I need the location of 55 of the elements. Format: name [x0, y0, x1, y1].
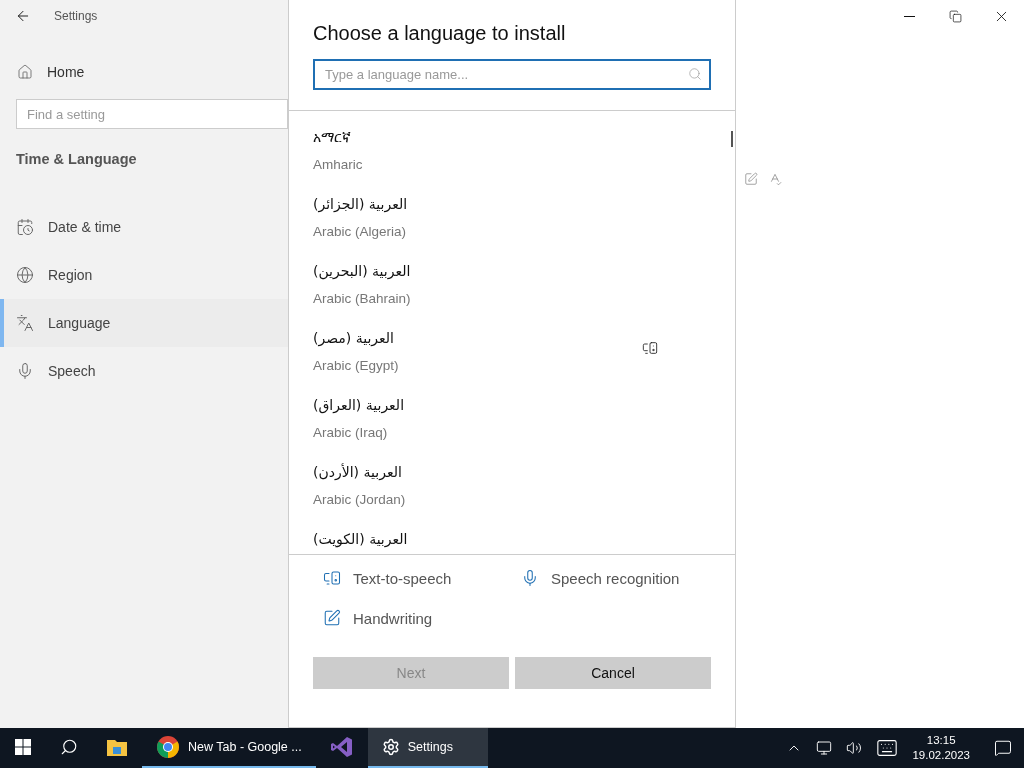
feature-label: Speech recognition [551, 569, 680, 587]
sidebar-item[interactable]: Region [0, 251, 288, 299]
search-icon [60, 738, 78, 756]
cancel-button[interactable]: Cancel [515, 657, 711, 689]
folder-icon [106, 737, 128, 757]
section-heading: Time & Language [16, 151, 138, 167]
pen-icon [323, 609, 341, 627]
home-link[interactable]: Home [17, 57, 288, 87]
language-native-name[interactable]: العربية (مصر) [313, 330, 711, 352]
home-icon [17, 64, 33, 80]
feature-label: Handwriting [353, 609, 433, 627]
restore-icon [948, 9, 962, 23]
sidebar-item[interactable]: Speech [0, 347, 288, 395]
microphone-icon [521, 569, 539, 587]
calendar-icon [16, 218, 34, 236]
language-name[interactable]: Amharic [313, 157, 711, 172]
microphone-icon [16, 362, 34, 380]
spell-check-icon [768, 172, 782, 186]
globe-icon [16, 266, 34, 284]
language-native-name[interactable]: العربية (البحرين) [313, 263, 711, 285]
sidebar-item[interactable]: Date & time [0, 203, 288, 251]
feature-label: Text-to-speech [353, 569, 452, 587]
language-name[interactable]: Arabic (Algeria) [313, 224, 711, 239]
sidebar-item[interactable]: Language [0, 299, 288, 347]
keyboard-icon[interactable] [876, 737, 899, 759]
taskbar-app[interactable]: New Tab - Google ... [142, 728, 316, 768]
language-native-name[interactable]: العربية (الجزائر) [313, 196, 711, 218]
language-name[interactable]: Arabic (Egypt) [313, 358, 711, 373]
dialog-title: Choose a language to install [313, 22, 567, 45]
gear-icon [381, 738, 400, 756]
language-native-name[interactable]: العربية (الأردن) [313, 464, 711, 486]
scrollbar-thumb[interactable] [731, 131, 733, 147]
language-search-field[interactable]: Type a language name... [313, 59, 711, 90]
language-name[interactable]: Arabic (Iraq) [313, 425, 711, 440]
network-icon[interactable] [816, 740, 833, 756]
monitor-speech-icon [323, 569, 341, 587]
windows-icon [15, 739, 31, 755]
search-field[interactable]: Find a setting [16, 99, 288, 129]
pen-icon [744, 172, 758, 186]
notification-icon[interactable] [994, 739, 1012, 757]
chrome-icon [156, 735, 180, 759]
visual-studio-icon [329, 735, 354, 759]
language-name[interactable]: Arabic (Bahrain) [313, 291, 711, 306]
language-name[interactable]: Arabic (Jordan) [313, 492, 711, 507]
search-icon [688, 67, 702, 81]
minimize-icon [903, 15, 915, 17]
language-native-name[interactable]: አማርኛ [313, 129, 711, 151]
volume-icon[interactable] [846, 740, 863, 756]
language-native-name[interactable]: العربية (الكويت) [313, 531, 711, 553]
window-title: Settings [54, 9, 98, 23]
language-icon [16, 314, 34, 332]
language-native-name[interactable]: العربية (العراق) [313, 397, 711, 419]
monitor-speech-icon [642, 340, 658, 356]
taskbar-app[interactable]: Settings [367, 728, 488, 768]
clock[interactable]: 13:15 19.02.2023 [912, 733, 970, 763]
